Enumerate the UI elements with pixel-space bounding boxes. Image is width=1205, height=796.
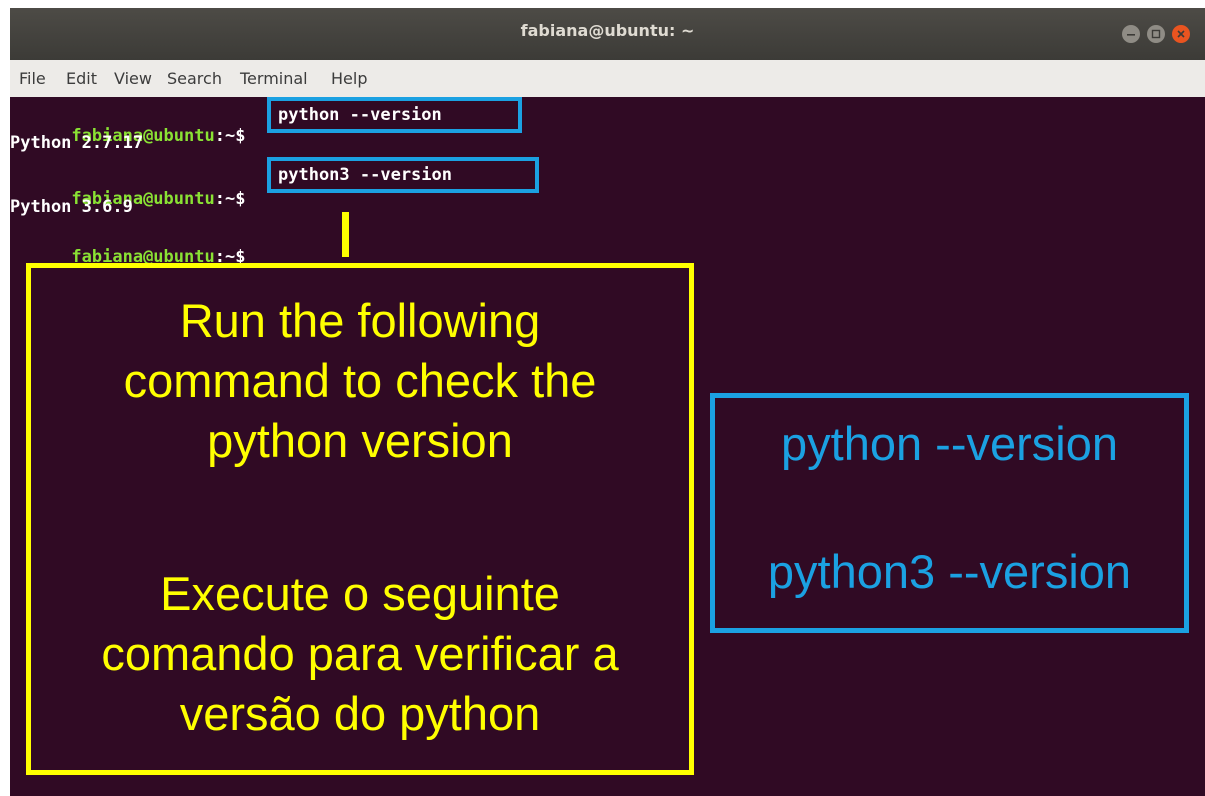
instruction-line: Run the following xyxy=(179,294,541,347)
close-icon[interactable] xyxy=(1172,25,1190,43)
command-example: python --version xyxy=(781,417,1118,470)
minimize-icon[interactable] xyxy=(1122,25,1140,43)
prompt-path: :~$ xyxy=(214,189,246,209)
instruction-english: Run the following command to check the p… xyxy=(31,291,689,471)
menu-search[interactable]: Search xyxy=(167,69,222,88)
menu-terminal[interactable]: Terminal xyxy=(240,69,308,88)
instruction-line: comando para verificar a xyxy=(101,627,619,680)
instruction-callout: Run the following command to check the p… xyxy=(26,263,694,775)
menu-edit[interactable]: Edit xyxy=(66,69,97,88)
terminal-output: Python 2.7.17 xyxy=(10,133,144,153)
terminal-line: fabiana@ubuntu:~$ xyxy=(10,221,245,267)
instruction-line: versão do python xyxy=(179,687,541,740)
highlighted-command: python --version xyxy=(267,97,522,133)
commands-callout: python --version python3 --version xyxy=(710,393,1189,633)
annotation-connector xyxy=(342,212,349,257)
menu-file[interactable]: File xyxy=(19,69,46,88)
menu-bar: File Edit View Search Terminal Help xyxy=(10,60,1205,97)
window-title: fabiana@ubuntu: ~ xyxy=(520,21,695,40)
maximize-icon[interactable] xyxy=(1147,25,1165,43)
menu-help[interactable]: Help xyxy=(331,69,367,88)
command-example: python3 --version xyxy=(767,545,1132,598)
instruction-portuguese: Execute o seguinte comando para verifica… xyxy=(31,564,689,744)
instruction-line: python version xyxy=(207,414,513,467)
terminal-line: fabiana@ubuntu:~$ xyxy=(10,100,245,146)
menu-view[interactable]: View xyxy=(114,69,152,88)
instruction-line: command to check the xyxy=(123,354,597,407)
title-bar[interactable]: fabiana@ubuntu: ~ xyxy=(10,8,1205,60)
prompt-path: :~$ xyxy=(214,126,246,146)
instruction-line: Execute o seguinte xyxy=(160,567,560,620)
highlighted-command: python3 --version xyxy=(267,157,539,193)
terminal-output: Python 3.6.9 xyxy=(10,197,133,217)
terminal-window: fabiana@ubuntu: ~ File Edit View Search … xyxy=(10,8,1205,796)
terminal-line: fabiana@ubuntu:~$ xyxy=(10,163,245,209)
